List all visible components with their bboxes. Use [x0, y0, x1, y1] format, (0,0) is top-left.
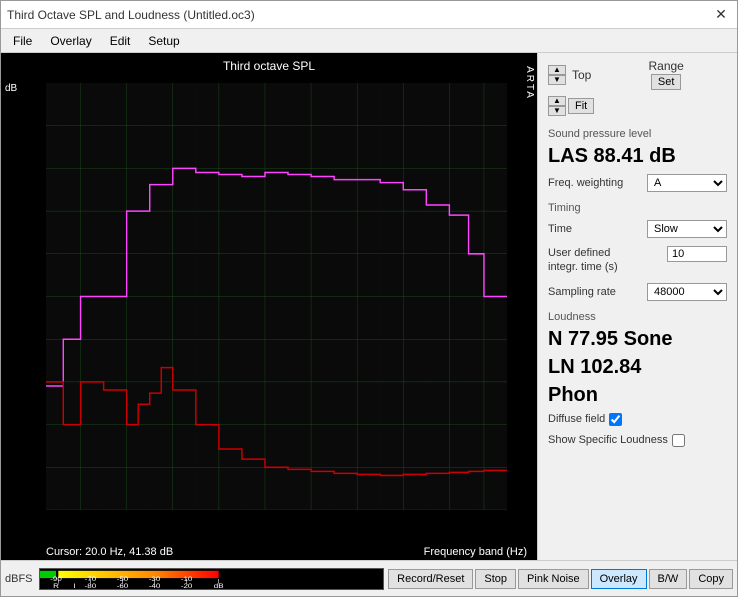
user-integr-label: User definedintegr. time (s) [548, 246, 638, 275]
spl-value: LAS 88.41 dB [548, 144, 727, 168]
chart-area: Third octave SPL ARTA dB [1, 53, 537, 560]
fit-up-button[interactable]: ▲ [548, 96, 566, 106]
loudness-section-label: Loudness [548, 311, 727, 323]
window-title: Third Octave SPL and Loudness (Untitled.… [7, 8, 255, 22]
sampling-select[interactable]: 44100 48000 96000 [647, 283, 727, 301]
meter-svg: -90 -70 -50 -30 -10 R I -80 -60 -40 -20 … [40, 569, 384, 589]
spl-section-label: Sound pressure level [548, 128, 727, 140]
fit-spin-group: ▲ ▼ [548, 96, 566, 116]
y-axis-label: dB [5, 83, 17, 94]
fit-button[interactable]: Fit [568, 98, 594, 114]
show-specific-checkbox[interactable] [672, 434, 685, 447]
set-button[interactable]: Set [651, 74, 682, 90]
loudness-ln-value: LN 102.84 [548, 355, 727, 379]
svg-text:dB: dB [213, 581, 223, 588]
time-select[interactable]: Fast Slow Impulse [647, 220, 727, 238]
loudness-phon-value: Phon [548, 383, 727, 407]
close-button[interactable]: ✕ [711, 5, 731, 25]
user-integr-row: User definedintegr. time (s) [548, 246, 727, 275]
svg-text:-20: -20 [180, 581, 192, 588]
freq-weighting-row: Freq. weighting A B C [548, 174, 727, 192]
timing-section-label: Timing [548, 202, 727, 214]
main-window: Third Octave SPL and Loudness (Untitled.… [0, 0, 738, 597]
top-controls-row: ▲ ▼ Top Range Set [548, 59, 727, 90]
svg-text:-80: -80 [84, 581, 96, 588]
time-label: Time [548, 223, 572, 235]
svg-text:-60: -60 [116, 581, 128, 588]
chart-arta: ARTA [523, 66, 535, 100]
top-spin-group: ▲ ▼ [548, 65, 566, 85]
sampling-rate-row: Sampling rate 44100 48000 96000 [548, 283, 727, 301]
freq-weighting-select[interactable]: A B C [647, 174, 727, 192]
diffuse-field-row: Diffuse field [548, 413, 727, 426]
bottom-buttons: Record/Reset Stop Pink Noise Overlay B/W… [388, 569, 733, 589]
main-content: Third octave SPL ARTA dB [1, 53, 737, 560]
overlay-button[interactable]: Overlay [591, 569, 647, 589]
show-specific-label: Show Specific Loudness [548, 434, 668, 446]
stop-button[interactable]: Stop [475, 569, 516, 589]
pink-noise-button[interactable]: Pink Noise [518, 569, 589, 589]
diffuse-field-checkbox[interactable] [609, 413, 622, 426]
show-specific-row: Show Specific Loudness [548, 434, 727, 447]
right-panel: ▲ ▼ Top Range Set ▲ ▼ Fit [537, 53, 737, 560]
freq-band-label: Frequency band (Hz) [424, 546, 527, 558]
top-up-button[interactable]: ▲ [548, 65, 566, 75]
top-label: Top [568, 68, 595, 82]
record-reset-button[interactable]: Record/Reset [388, 569, 473, 589]
top-down-button[interactable]: ▼ [548, 75, 566, 85]
time-row: Time Fast Slow Impulse [548, 220, 727, 238]
cursor-info: Cursor: 20.0 Hz, 41.38 dB [46, 546, 173, 558]
copy-button[interactable]: Copy [689, 569, 733, 589]
menu-edit[interactable]: Edit [102, 32, 139, 50]
chart-title: Third octave SPL [223, 59, 315, 73]
menu-bar: File Overlay Edit Setup [1, 29, 737, 53]
menu-overlay[interactable]: Overlay [42, 32, 99, 50]
range-label: Range [644, 59, 687, 73]
menu-setup[interactable]: Setup [140, 32, 187, 50]
chart-wrapper: Third octave SPL ARTA dB [1, 53, 537, 560]
level-meter: -90 -70 -50 -30 -10 R I -80 -60 -40 -20 … [39, 568, 385, 590]
bottom-bar: dBFS [1, 560, 737, 596]
sampling-label: Sampling rate [548, 286, 616, 298]
svg-text:R: R [53, 581, 59, 588]
svg-text:-40: -40 [148, 581, 160, 588]
user-integr-input[interactable] [667, 246, 727, 262]
title-bar: Third Octave SPL and Loudness (Untitled.… [1, 1, 737, 29]
menu-file[interactable]: File [5, 32, 40, 50]
fit-down-button[interactable]: ▼ [548, 106, 566, 116]
loudness-n-value: N 77.95 Sone [548, 327, 727, 351]
dbfs-label: dBFS [5, 573, 33, 585]
bw-button[interactable]: B/W [649, 569, 688, 589]
svg-text:I: I [73, 581, 75, 588]
diffuse-field-label: Diffuse field [548, 413, 605, 425]
chart-svg: 100.0 90.0 80.0 70.0 60.0 50.0 40.0 30.0… [46, 83, 507, 510]
freq-weighting-label: Freq. weighting [548, 177, 623, 189]
